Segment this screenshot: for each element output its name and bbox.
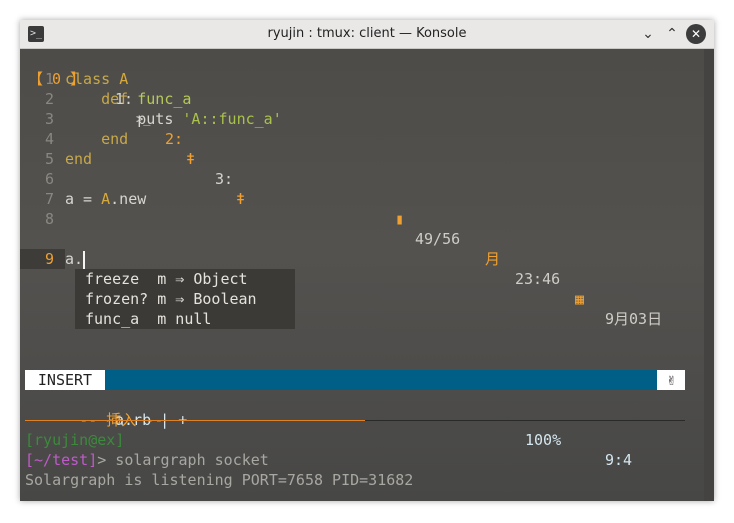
line-number: 7 bbox=[44, 190, 54, 208]
text-cursor bbox=[83, 250, 86, 269]
terminal-area[interactable]: 【 0 】 1: >_ 2: ǂ 3: ǂ ▮ 49/56 月 23:46 ▦ … bbox=[20, 49, 714, 501]
prompt-user: [ryujin@ex] bbox=[25, 431, 125, 449]
mode-indicator: INSERT bbox=[25, 370, 105, 390]
hammer-icon: ǂ bbox=[186, 150, 196, 168]
code-line-current[interactable]: a. bbox=[65, 249, 86, 269]
line-number: 5 bbox=[44, 150, 54, 168]
scroll-percent: 100% bbox=[525, 431, 562, 449]
code-line[interactable]: puts 'A::func_a' bbox=[65, 109, 282, 129]
shell-command: > solargraph socket bbox=[97, 451, 269, 469]
tmux-status-bar: 【 0 】 1: >_ 2: ǂ 3: ǂ ▮ 49/56 月 23:46 ▦ … bbox=[20, 49, 706, 328]
tmux-tab-2[interactable]: 2: bbox=[165, 129, 183, 149]
code-line[interactable]: end bbox=[65, 129, 128, 149]
window-title: ryujin : tmux: client — Konsole bbox=[267, 26, 467, 41]
vim-statusline: INSERT a.rb | + 100% 9:4 ✌ bbox=[25, 370, 685, 469]
completion-item[interactable]: frozen? m ⇒ Boolean bbox=[75, 289, 295, 309]
code-line[interactable]: class A bbox=[65, 69, 128, 89]
hammer-icon: ǂ bbox=[236, 190, 246, 208]
minimize-button[interactable]: ⌄ bbox=[638, 24, 658, 44]
line-number-current: 9 bbox=[44, 250, 54, 268]
calendar-icon: ▦ bbox=[575, 290, 585, 308]
tmux-tab-3[interactable]: 3: bbox=[215, 169, 233, 189]
code-line[interactable]: def func_a bbox=[65, 89, 191, 109]
vim-logo-icon: ✌ bbox=[657, 370, 685, 390]
line-number: 2 bbox=[44, 90, 54, 108]
battery-level: 49/56 bbox=[415, 230, 461, 248]
clock: 23:46 bbox=[515, 270, 561, 288]
cursor-position: 9:4 bbox=[605, 451, 633, 469]
maximize-button[interactable]: ⌃ bbox=[662, 24, 682, 44]
line-number: 1 bbox=[44, 70, 54, 88]
completion-item[interactable]: freeze m ⇒ Object bbox=[75, 269, 295, 289]
code-line[interactable]: a = A.new bbox=[65, 189, 146, 209]
battery-icon: ▮ bbox=[395, 210, 405, 228]
code-line[interactable]: end bbox=[65, 149, 92, 169]
completion-popup[interactable]: freeze m ⇒ Object frozen? m ⇒ Boolean fu… bbox=[75, 269, 295, 329]
pane-divider-active[interactable] bbox=[25, 420, 365, 421]
line-number: 6 bbox=[44, 170, 54, 188]
pane-divider[interactable] bbox=[365, 420, 685, 421]
line-number: 4 bbox=[44, 130, 54, 148]
completion-item[interactable]: func_a m null bbox=[75, 309, 295, 329]
prompt-path: [~/test] bbox=[25, 451, 98, 469]
shell-output: Solargraph is listening PORT=7658 PID=31… bbox=[25, 471, 414, 489]
scrollbar[interactable] bbox=[704, 49, 714, 501]
line-number: 3 bbox=[44, 110, 54, 128]
konsole-window: >_ ryujin : tmux: client — Konsole ⌄ ⌃ ✕… bbox=[20, 20, 714, 501]
title-bar[interactable]: >_ ryujin : tmux: client — Konsole ⌄ ⌃ ✕ bbox=[20, 20, 714, 49]
date: 9月03日 bbox=[605, 310, 663, 328]
line-number: 8 bbox=[44, 210, 54, 228]
close-button[interactable]: ✕ bbox=[686, 24, 706, 44]
moon-label: 月 bbox=[485, 250, 501, 268]
